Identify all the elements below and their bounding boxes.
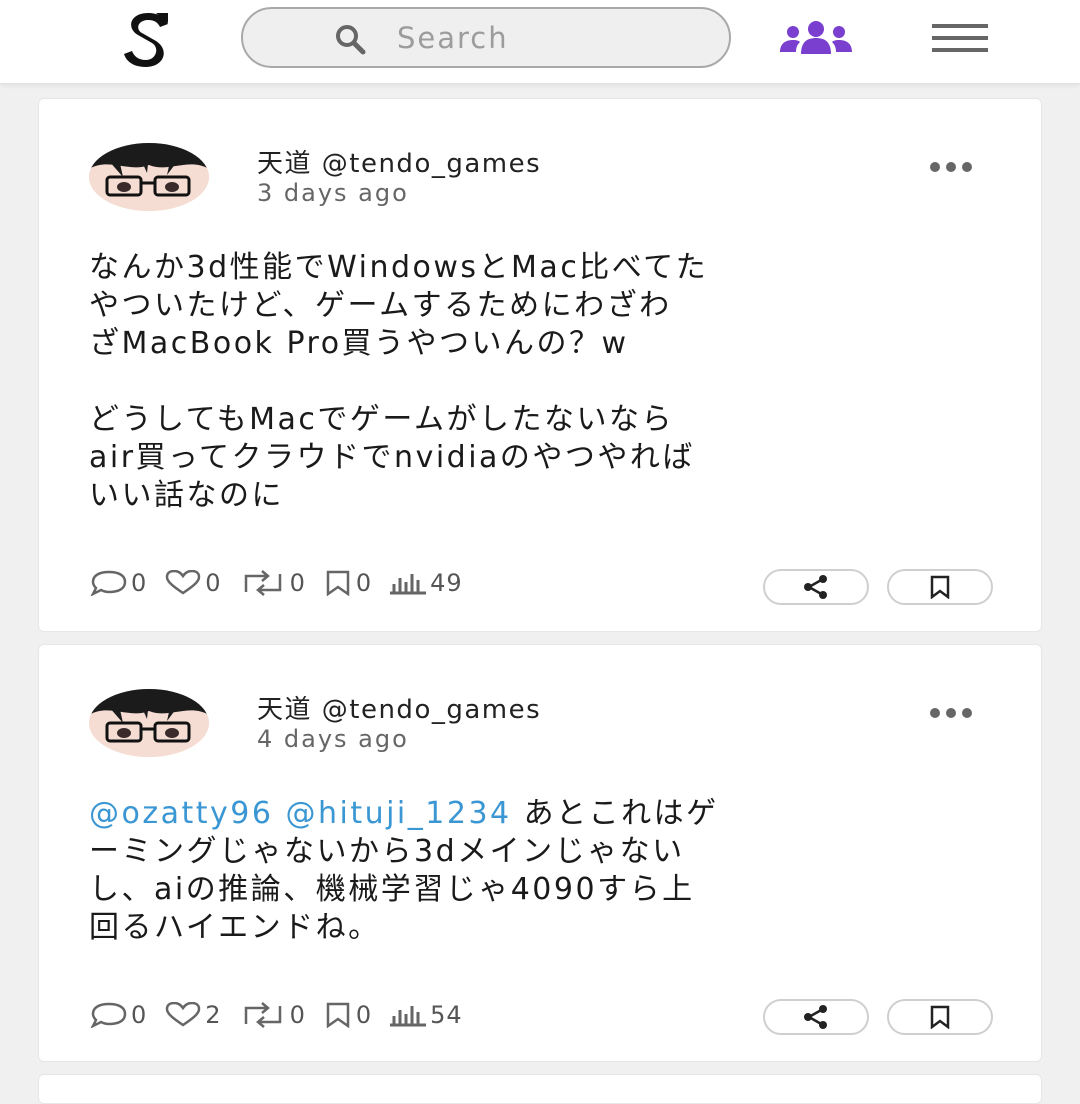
avatar-image [89,143,209,211]
post-timestamp: 4 days ago [257,725,409,753]
repost-icon [244,570,281,596]
repost-count: 0 [289,569,306,597]
repost-icon [244,1002,281,1028]
hamburger-menu-icon[interactable] [932,22,988,54]
post-timestamp: 3 days ago [257,179,409,207]
repost-stat[interactable]: 0 [238,1001,306,1029]
avatar[interactable] [89,143,209,211]
bookmark-stat[interactable]: 0 [322,569,372,597]
view-count: 54 [430,1001,463,1029]
more-options-icon[interactable] [927,705,975,721]
comment-stat[interactable]: 0 [89,1001,147,1029]
comment-icon [90,1002,127,1028]
save-button[interactable] [887,999,993,1035]
post-paragraph: なんか3d性能でWindowsとMac比べてた やついたけど、ゲームするためにわ… [89,250,709,361]
bookmark-count: 0 [355,1001,373,1029]
like-count: 2 [205,1001,222,1029]
more-options-icon[interactable] [927,159,975,175]
comment-stat[interactable]: 0 [89,569,147,597]
bookmark-stat[interactable]: 0 [322,1001,372,1029]
save-button[interactable] [887,569,993,605]
bookmark-icon [326,570,350,596]
views-icon [390,574,427,595]
mention-link[interactable]: @ozatty96 @hituji_1234 [89,796,512,831]
s-logo-icon[interactable] [118,10,178,68]
share-icon [804,575,827,599]
comment-count: 0 [131,569,148,597]
bookmark-icon [930,575,950,599]
views-icon [390,1006,427,1027]
repost-stat[interactable]: 0 [238,569,306,597]
like-count: 0 [205,569,222,597]
comment-count: 0 [131,1001,148,1029]
avatar-image [89,689,209,757]
like-stat[interactable]: 2 [163,1001,221,1029]
share-icon [804,1005,827,1029]
avatar[interactable] [89,689,209,757]
bookmark-icon [930,1005,950,1029]
search-bar[interactable] [241,7,731,68]
like-stat[interactable]: 0 [163,569,221,597]
heart-icon [166,570,201,595]
post-paragraph: どうしてもMacでゲームがしたないなら air買ってクラウドでnvidiaのやつ… [89,402,695,513]
post-card[interactable]: 天道 @tendo_games 3 days ago なんか3d性能でWindo… [38,98,1042,632]
share-button[interactable] [763,999,869,1035]
bookmark-icon [326,1002,350,1028]
post-author[interactable]: 天道 @tendo_games [257,143,541,180]
post-author[interactable]: 天道 @tendo_games [257,689,541,726]
repost-count: 0 [289,1001,306,1029]
post-card[interactable] [38,1074,1042,1104]
post-stats: 0 2 0 0 54 [89,1001,479,1029]
comment-icon [90,570,127,596]
post-card[interactable]: 天道 @tendo_games 4 days ago @ozatty96 @hi… [38,644,1042,1062]
search-icon [336,25,366,55]
view-count: 49 [430,569,463,597]
bookmark-count: 0 [355,569,373,597]
views-stat: 54 [388,1001,463,1029]
post-body: @ozatty96 @hituji_1234 あとこれはゲ ーミングじゃないから… [89,795,1009,947]
post-body: なんか3d性能でWindowsとMac比べてた やついたけど、ゲームするためにわ… [89,249,1009,515]
top-bar [0,0,1080,84]
heart-icon [166,1002,201,1027]
post-stats: 0 0 0 0 49 [89,569,479,597]
search-input[interactable] [397,15,697,61]
share-button[interactable] [763,569,869,605]
views-stat: 49 [388,569,463,597]
users-icon[interactable] [777,20,855,56]
